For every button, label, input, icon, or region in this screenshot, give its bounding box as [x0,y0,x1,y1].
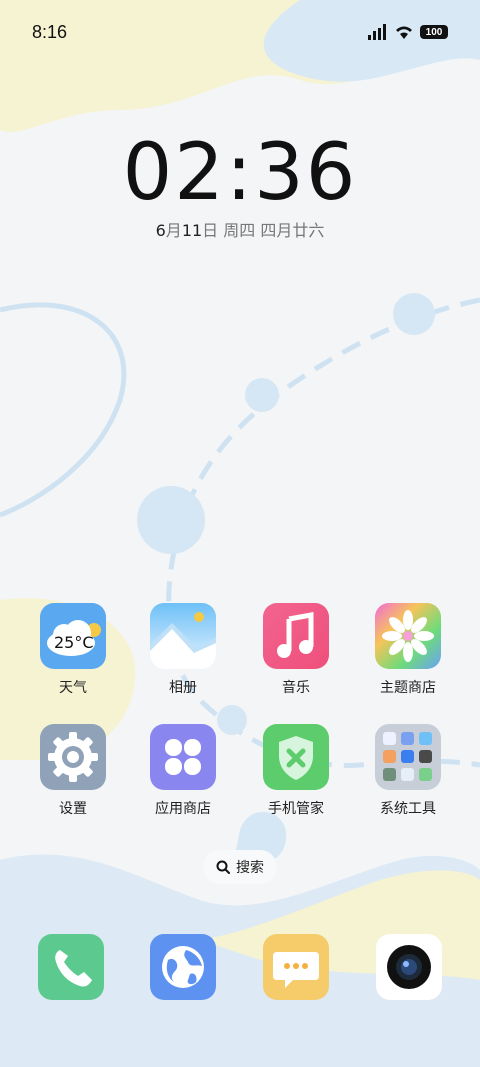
dock-phone[interactable] [38,934,104,1000]
app-label: 天气 [59,680,87,696]
camera-icon [376,934,442,1000]
app-music[interactable]: 音乐 [246,603,346,697]
app-label: 设置 [59,801,87,817]
app-label: 音乐 [282,680,310,696]
app-gallery[interactable]: 相册 [133,603,233,697]
gallery-icon [150,603,216,669]
dock-messages[interactable] [263,934,329,1000]
app-system-tools-folder[interactable]: 系统工具 [358,724,458,818]
app-phone-manager[interactable]: 手机管家 [246,724,346,818]
date-month: 6 [155,221,166,240]
lockscreen-date: 6月11日 周四 四月廿六 [0,217,480,241]
date-weekday: 日 周四 [202,221,256,240]
search-icon [216,860,230,874]
app-weather[interactable]: 25°C 天气 [23,603,123,697]
dock-camera[interactable] [376,934,442,1000]
status-time: 8:16 [32,22,68,42]
app-theme-store[interactable]: 主题商店 [358,603,458,697]
date-day: 11 [181,221,203,240]
app-store-icon [150,724,216,790]
phone-icon [38,934,104,1000]
app-label: 相册 [169,680,197,696]
search-label: 搜索 [236,860,264,876]
app-label: 手机管家 [268,801,324,817]
music-icon [263,603,329,669]
date-lunar: 四月廿六 [260,221,325,240]
search-button[interactable]: 搜索 [203,850,277,884]
messages-icon [263,934,329,1000]
weather-icon: 25°C [40,603,106,669]
phone-manager-icon [263,724,329,790]
app-label: 应用商店 [155,801,211,817]
date-month-suffix: 月 [165,221,182,240]
battery-indicator: 100 [420,25,448,39]
gear-icon [40,724,106,790]
app-label: 主题商店 [380,680,436,696]
app-label: 系统工具 [380,801,436,817]
status-bar: 8:16 100 [0,0,480,68]
signal-icon [368,24,386,40]
theme-store-icon [375,603,441,669]
app-settings[interactable]: 设置 [23,724,123,818]
dock-browser[interactable] [150,934,216,1000]
lockscreen-clock: 02:36 [122,128,358,218]
folder-icon [375,724,441,790]
browser-icon [150,934,216,1000]
weather-temp: 25°C [54,633,94,652]
app-store[interactable]: 应用商店 [133,724,233,818]
wifi-icon [396,26,412,39]
